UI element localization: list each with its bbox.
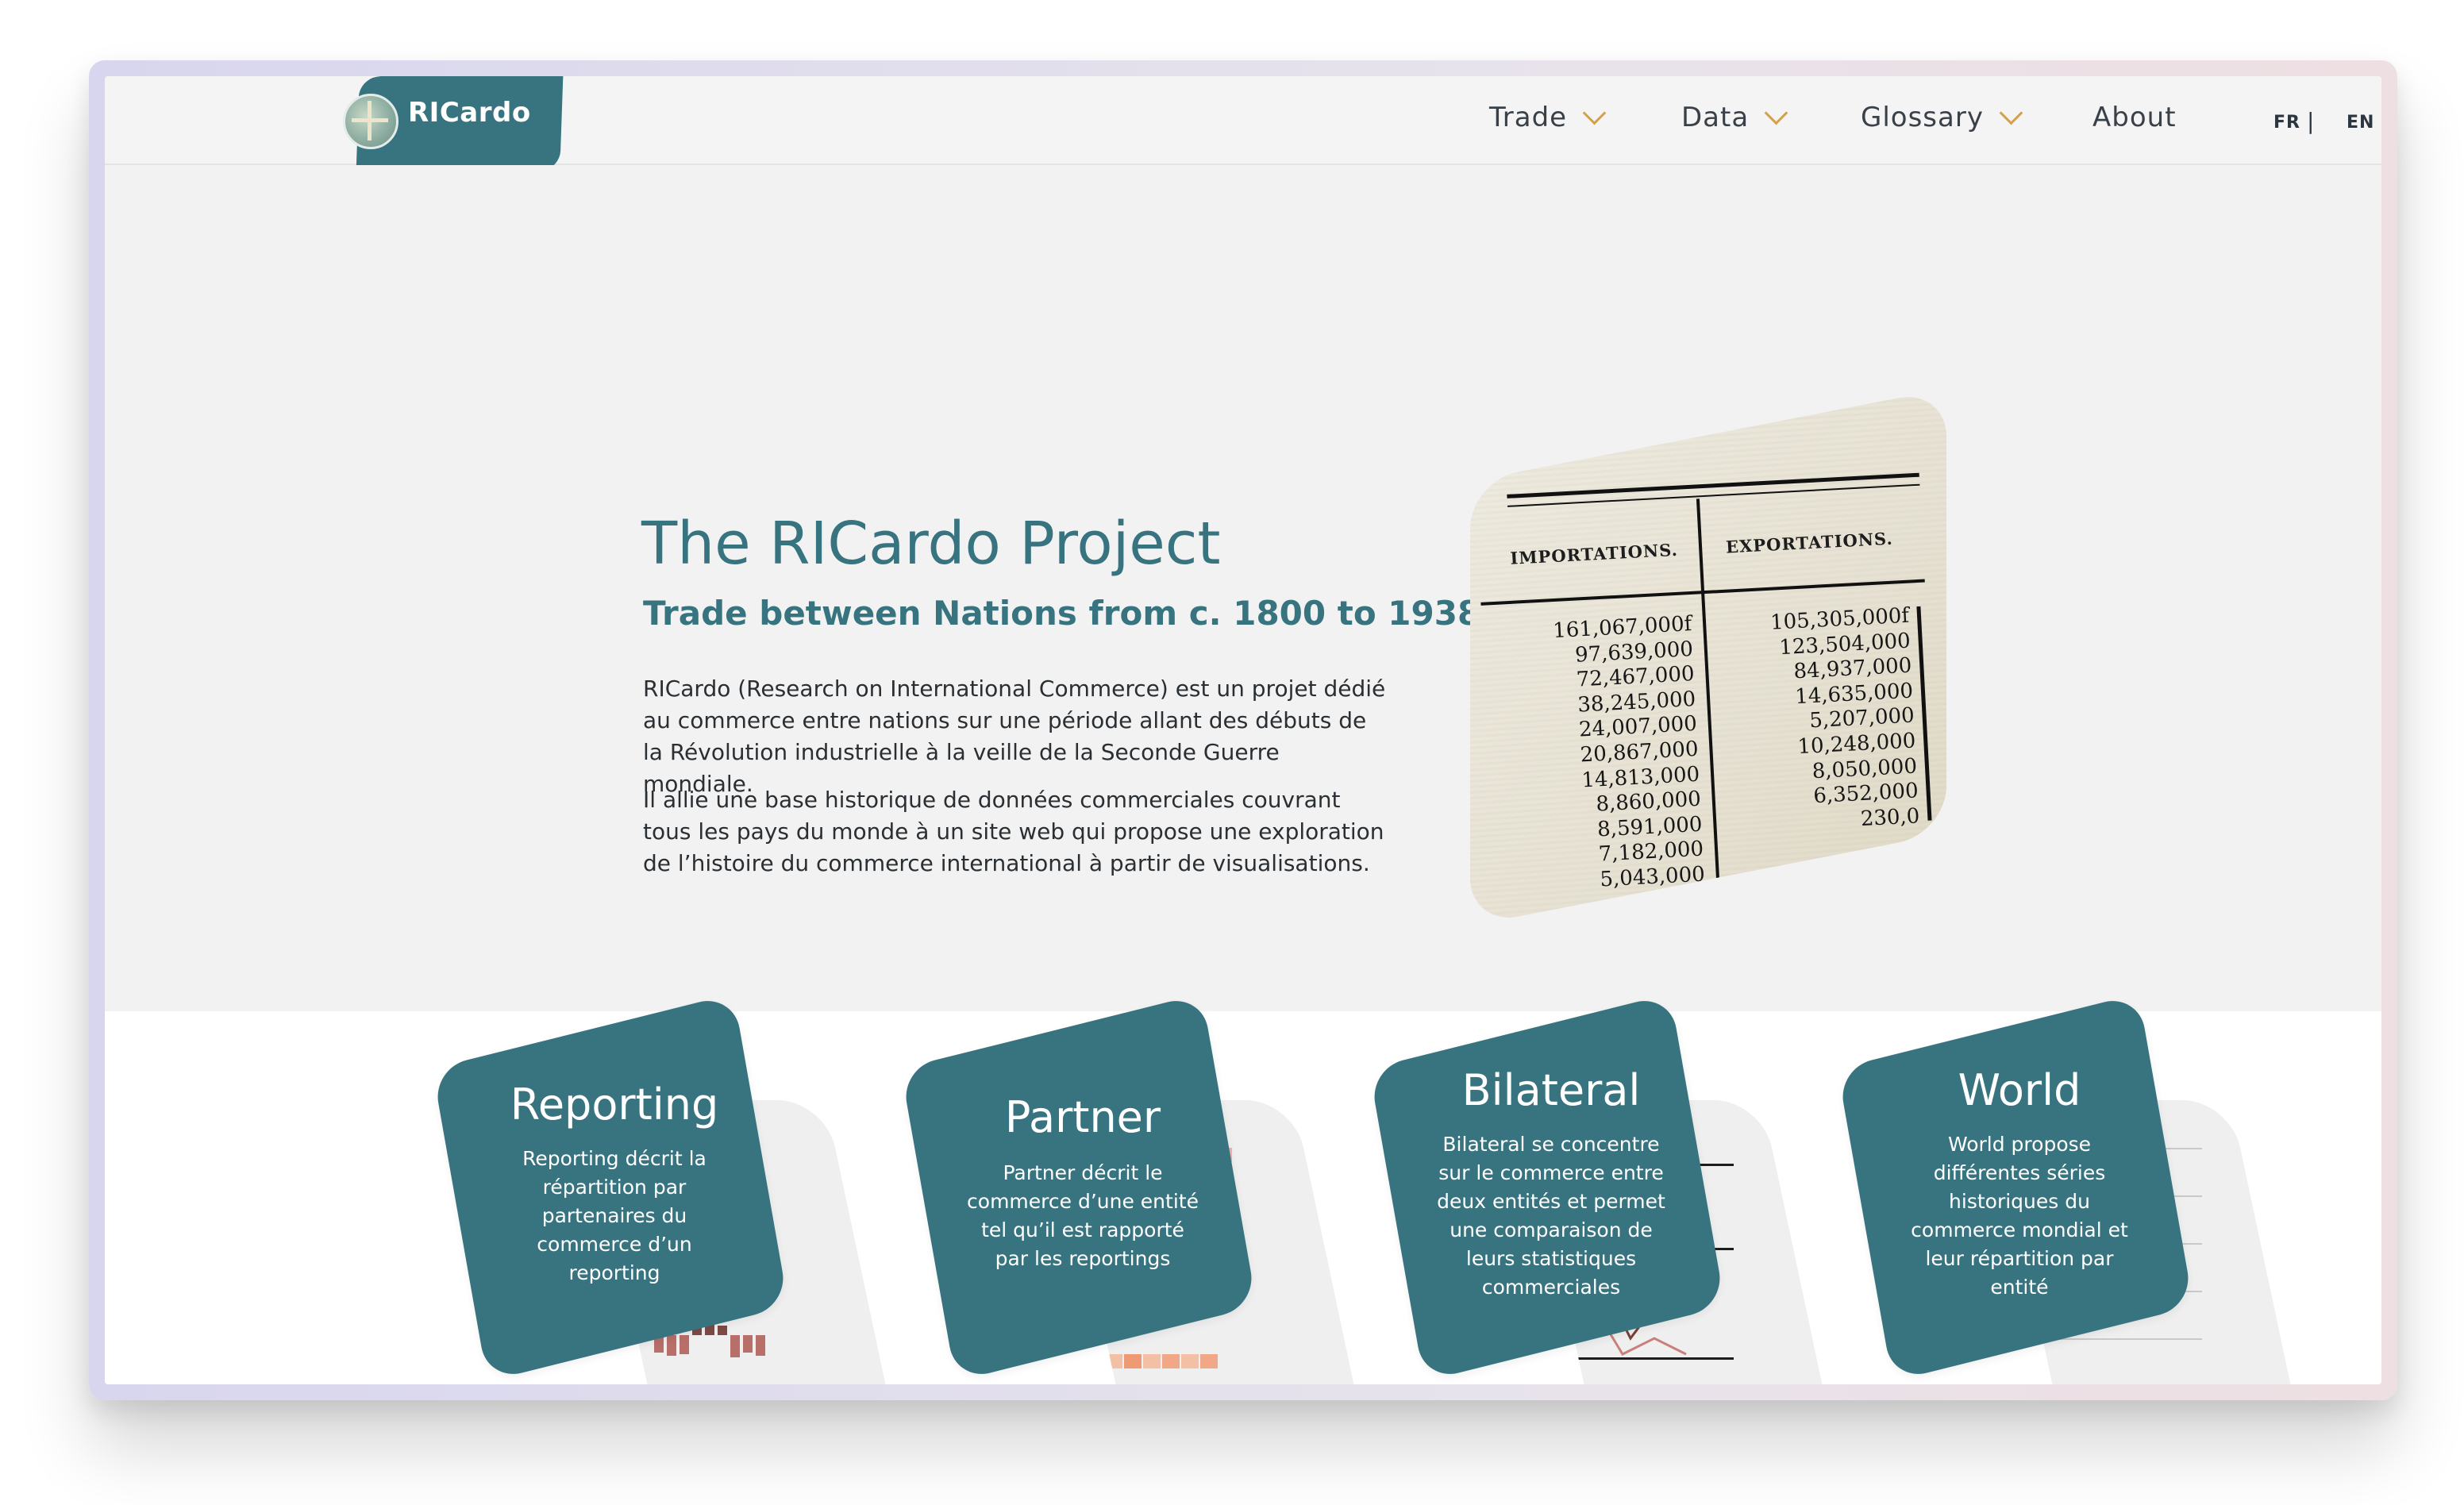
lang-separator: | [2307,108,2315,134]
chevron-down-icon [1764,101,1788,125]
archive-table: IMPORTATIONS. EXPORTATIONS. 161,067,000f… [1476,472,1941,915]
top-navigation-bar: RICardo Trade Data Glossary About FR | E… [105,76,2381,198]
archive-imports-column: 161,067,000f 97,639,000 72,467,000 38,245,… [1552,611,1706,892]
nav-glossary[interactable]: Glossary [1861,101,2023,133]
browser-window: RICardo Trade Data Glossary About FR | E… [89,60,2397,1400]
brand-name[interactable]: RICardo [408,97,531,129]
nav-data-label: Data [1681,102,1750,133]
lang-fr[interactable]: FR [2273,113,2300,133]
card-partner[interactable]: Partner Partner décrit le commerce d’une … [892,993,1365,1384]
nav-trade[interactable]: Trade [1489,101,1607,133]
nav-trade-label: Trade [1489,102,1568,133]
card-world-title: World [1958,1065,2081,1115]
card-reporting[interactable]: Reporting Reporting décrit la répartition… [424,993,896,1384]
nav-glossary-label: Glossary [1861,102,1984,133]
card-partner-desc: Partner décrit le commerce d’une entité t… [967,1161,1199,1270]
card-bilateral[interactable]: Bilateral Bilateral se concentre sur le c… [1361,993,1833,1384]
hero-section: The RICardo Project Trade between Nation… [105,165,2381,1011]
card-reporting-title: Reporting [510,1080,719,1130]
archive-image: IMPORTATIONS. EXPORTATIONS. 161,067,000f… [1470,388,1946,926]
page-title: The RICardo Project [641,510,1221,578]
globe-logo-icon[interactable] [343,94,398,149]
intro-paragraph-1: RICardo (Research on International Comme… [643,676,1386,797]
card-bilateral-title: Bilateral [1461,1065,1641,1115]
page: RICardo Trade Data Glossary About FR | E… [105,76,2381,1384]
card-reporting-desc: Reporting décrit la répartition par parte… [522,1147,706,1284]
card-bilateral-desc: Bilateral se concentre sur le commerce en… [1437,1133,1665,1299]
visualization-cards: Reporting Reporting décrit la répartition… [105,993,2381,1384]
nav-data[interactable]: Data [1681,101,1788,133]
archive-exports-header: EXPORTATIONS. [1725,528,1894,557]
archive-exports-column: 105,305,000f 123,504,000 84,937,000 14,635… [1769,603,1921,831]
lang-en[interactable]: EN [2347,113,2374,133]
intro-paragraph-2: Il allie une base historique de données … [643,787,1384,876]
page-subtitle: Trade between Nations from c. 1800 to 19… [643,594,1481,633]
nav-about[interactable]: About [2092,102,2177,133]
card-world-desc: World propose différentes séries historiq… [1911,1133,2128,1299]
chevron-down-icon [1582,101,1607,125]
card-world[interactable]: World World propose différentes séries hi… [1829,993,2301,1384]
chevron-down-icon [1999,101,2023,125]
card-partner-title: Partner [1004,1092,1161,1142]
archive-imports-header: IMPORTATIONS. [1509,539,1679,568]
nav-about-label: About [2092,102,2177,133]
